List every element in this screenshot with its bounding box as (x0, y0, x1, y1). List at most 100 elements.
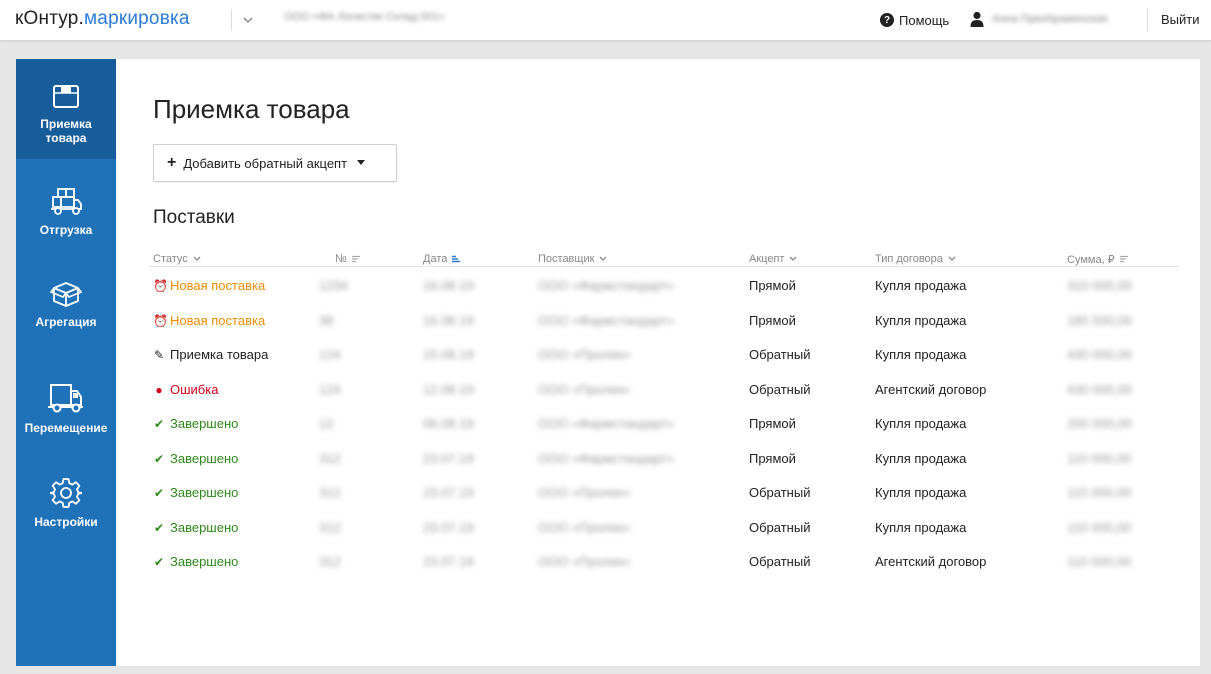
chevron-down-icon (193, 256, 201, 261)
cell-accept: Обратный (749, 485, 811, 500)
cell-contract-type: Купля продажа (875, 312, 967, 328)
column-header-supplier[interactable]: Поставщик (538, 252, 608, 266)
status-label: Завершено (170, 416, 239, 431)
cell-date: 06.08.19 (423, 416, 474, 431)
box-open-icon (53, 85, 79, 108)
cell-status: ✔ Завершено (153, 407, 238, 441)
logo[interactable]: кОнтур.маркировка (15, 8, 190, 30)
cell-status: ● Ошибка (153, 373, 218, 407)
check-icon: ✔ (153, 486, 165, 500)
cell-supplier: ООО «Фармстандарт» (538, 278, 675, 293)
sidebar-item-label: Приемка товара (40, 117, 92, 145)
table-header-divider (149, 266, 1179, 267)
help-link[interactable]: ? Помощь (880, 12, 949, 28)
cell-number: 312 (319, 485, 341, 500)
sidebar-item-transfer[interactable]: Перемещение (16, 359, 116, 459)
help-icon: ? (880, 13, 894, 27)
table-row[interactable]: ✔ Завершено 12 06.08.19 ООО «Фармстандарт» Пр… (116, 407, 1200, 441)
add-reverse-accept-button[interactable]: + Добавить обратный акцепт (153, 144, 397, 182)
cell-supplier: ООО «Фармстандарт» (538, 450, 675, 466)
cell-status: ✎ Приемка товара (153, 338, 268, 372)
truck-loaded-icon (51, 188, 82, 215)
package-icon (50, 282, 82, 307)
chevron-down-icon (948, 256, 956, 261)
column-header-label: Статус (153, 253, 188, 265)
check-icon: ✔ (153, 555, 165, 569)
table-row[interactable]: ✔ Завершено 312 23.07.19 ООО «Пролек» Обратны… (116, 511, 1200, 545)
cell-accept: Прямой (749, 278, 796, 293)
cell-number: 312 (319, 450, 341, 466)
cell-supplier: ООО «Пролек» (538, 485, 631, 500)
cell-contract-type: Купля продажа (875, 519, 967, 535)
cell-contract-type: Агентский договор (875, 381, 987, 397)
status-label: Завершено (170, 450, 239, 466)
column-header-sum[interactable]: Сумма, ₽ (1067, 252, 1129, 266)
check-icon: ✔ (153, 451, 165, 466)
table-row[interactable]: ⏰ Новая поставка 1234 16.08.19 ООО «Фармстан… (116, 269, 1200, 303)
cell-accept: Прямой (749, 450, 796, 466)
cell-supplier: ООО «Пролек» (538, 554, 631, 569)
cell-contract-type: Купля продажа (875, 450, 967, 466)
column-header-label: № (335, 253, 347, 265)
cell-contract-type: Купля продажа (875, 347, 967, 362)
cell-sum: 115 000,00 (1067, 485, 1132, 500)
cell-number: 1234 (319, 278, 348, 293)
chevron-down-icon (789, 256, 797, 261)
sidebar-item-aggregation[interactable]: Агрегация (16, 259, 116, 359)
logo-accent-text: маркировка (84, 8, 190, 29)
cell-status: ✔ Завершено (153, 545, 238, 579)
column-header-status[interactable]: Статус (153, 252, 202, 266)
column-header-date[interactable]: Дата (423, 252, 461, 266)
logo-text-part: нтур. (38, 8, 85, 29)
status-label: Новая поставка (170, 278, 266, 293)
cell-date: 16.08.19 (423, 278, 474, 293)
cell-number: 124 (319, 347, 341, 362)
chevron-down-icon[interactable] (240, 12, 256, 28)
cell-date: 16.08.19 (423, 312, 474, 328)
column-header-number[interactable]: № (335, 252, 361, 266)
error-icon: ● (155, 382, 163, 397)
status-label: Завершено (170, 554, 239, 569)
cell-accept: Обратный (749, 554, 811, 569)
sidebar-item-settings[interactable]: Настройки (16, 459, 116, 559)
user-menu[interactable]: Анна Преображенская (970, 11, 1142, 27)
cell-status: ✔ Завершено (153, 511, 238, 545)
sort-active-icon (452, 255, 461, 263)
column-header-accept[interactable]: Акцепт (749, 252, 798, 266)
organization-name[interactable]: ООО «ФА Логистик Склад 001» (284, 11, 506, 27)
divider (1147, 9, 1148, 31)
cell-number: 12 (319, 416, 334, 431)
plus-icon: + (167, 154, 177, 171)
sidebar-item-label: Настройки (34, 515, 98, 529)
table-row[interactable]: ● Ошибка 124 12.08.19 ООО «Пролек» Обратный Аг… (116, 373, 1200, 407)
cell-supplier: ООО «Фармстандарт» (538, 416, 675, 431)
table-row[interactable]: ⏰ Новая поставка 38 16.08.19 ООО «Фармстанда… (116, 304, 1200, 338)
status-label: Завершено (170, 519, 239, 535)
table-row[interactable]: ✔ Завершено 312 23.07.19 ООО «Пролек» Обратны… (116, 476, 1200, 510)
add-button-label: Добавить обратный акцепт (183, 155, 348, 171)
alarm-icon: ⏰ (153, 313, 168, 328)
cell-accept: Обратный (749, 381, 811, 397)
status-label: Ошибка (170, 381, 219, 397)
table-row[interactable]: ✔ Завершено 312 23.07.19 ООО «Пролек» Обратны… (116, 545, 1200, 579)
cell-status: ✔ Завершено (153, 476, 238, 510)
sidebar: Приемка товара Отгрузка Агрегация Переме… (16, 59, 116, 666)
user-icon (970, 11, 984, 27)
logout-link[interactable]: Выйти (1161, 12, 1200, 27)
cell-contract-type: Купля продажа (875, 278, 967, 293)
cell-accept: Прямой (749, 312, 796, 328)
truck-icon (48, 384, 83, 413)
help-label: Помощь (899, 12, 950, 28)
cell-status: ⏰ Новая поставка (153, 304, 265, 338)
sidebar-item-receiving[interactable]: Приемка товара (16, 59, 116, 159)
column-header-contract-type[interactable]: Тип договора (875, 252, 957, 266)
cell-date: 23.07.19 (423, 450, 474, 466)
check-icon: ✔ (153, 417, 165, 431)
cell-sum: 110 000,00 (1067, 450, 1132, 466)
table-row[interactable]: ✎ Приемка товара 124 15.08.19 ООО «Пролек» Об… (116, 338, 1200, 372)
column-header-label: Сумма, ₽ (1067, 253, 1115, 266)
sidebar-item-shipment[interactable]: Отгрузка (16, 159, 116, 259)
table-row[interactable]: ✔ Завершено 312 23.07.19 ООО «Фармстандарт» П… (116, 442, 1200, 476)
cell-number: 124 (319, 381, 341, 397)
caret-down-icon (357, 160, 366, 165)
